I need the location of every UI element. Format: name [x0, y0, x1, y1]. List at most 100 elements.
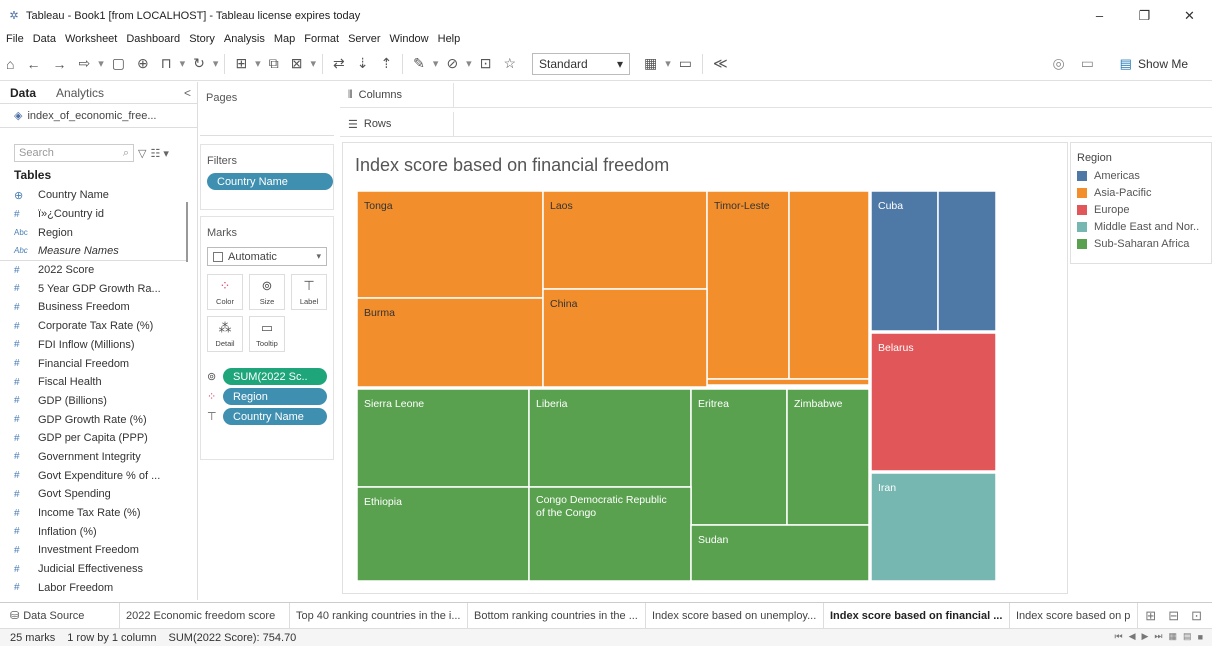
- fix-axes-icon[interactable]: ☆: [503, 55, 516, 72]
- refresh-icon[interactable]: ↻: [193, 55, 205, 72]
- home-icon[interactable]: ⌂: [6, 56, 14, 72]
- chevron-down-icon[interactable]: ▾: [310, 57, 316, 70]
- sort-ascending-icon[interactable]: ⇣: [357, 55, 369, 72]
- sheet-tab[interactable]: 2022 Economic freedom score: [120, 602, 290, 629]
- tooltip-toggle-icon[interactable]: ▭: [1081, 55, 1094, 72]
- color-button[interactable]: ⁘ Color: [207, 274, 243, 310]
- new-dashboard-icon[interactable]: ⊟: [1168, 608, 1179, 624]
- new-story-icon[interactable]: ⊡: [1191, 608, 1202, 624]
- field-item[interactable]: # ï»¿Country id: [0, 205, 186, 224]
- field-item[interactable]: # Business Freedom: [0, 298, 186, 317]
- forward-icon[interactable]: →: [52, 56, 66, 72]
- filters-card[interactable]: Filters Country Name: [200, 144, 334, 210]
- show-me-button[interactable]: ▤ Show Me: [1120, 56, 1188, 72]
- tab-data-source[interactable]: ⛁ Data Source: [0, 602, 120, 629]
- field-item[interactable]: Abc Region: [0, 223, 186, 242]
- menu-server[interactable]: Server: [348, 33, 380, 45]
- fit-select[interactable]: Standard ▾: [532, 52, 630, 75]
- clear-sheet-icon[interactable]: ⊠: [291, 55, 303, 72]
- menu-map[interactable]: Map: [274, 33, 295, 45]
- sheet-tab-active[interactable]: Index score based on financial ...: [824, 602, 1010, 629]
- field-item[interactable]: # Investment Freedom: [0, 541, 186, 560]
- field-item[interactable]: #2022 Score: [0, 261, 186, 280]
- swap-icon[interactable]: ⇄: [333, 55, 345, 72]
- detail-button[interactable]: ⁂ Detail: [207, 316, 243, 352]
- rows-shelf[interactable]: ☰ Rows: [340, 111, 1212, 137]
- menu-worksheet[interactable]: Worksheet: [65, 33, 117, 45]
- tab-analytics[interactable]: Analytics: [46, 86, 114, 100]
- tooltip-button[interactable]: ▭ Tooltip: [249, 316, 285, 352]
- label-pill[interactable]: Country Name: [223, 408, 327, 425]
- chevron-down-icon[interactable]: ▾: [433, 57, 439, 70]
- chevron-down-icon[interactable]: ▾: [213, 57, 219, 70]
- show-labels-icon[interactable]: ⊡: [480, 55, 492, 72]
- field-item[interactable]: #5 Year GDP Growth Ra...: [0, 279, 186, 298]
- maximize-button[interactable]: ❐: [1122, 0, 1167, 31]
- chevron-down-icon[interactable]: ▾: [180, 57, 186, 70]
- size-pill[interactable]: SUM(2022 Sc..: [223, 368, 327, 385]
- new-worksheet-icon[interactable]: ⊞: [235, 55, 247, 72]
- new-datasource-icon[interactable]: ⊕: [137, 55, 149, 72]
- next-sheet-icon[interactable]: ▶: [1142, 631, 1149, 642]
- menu-data[interactable]: Data: [33, 33, 56, 45]
- sheet-tab[interactable]: Index score based on unemploy...: [646, 602, 824, 629]
- field-item[interactable]: ⊕ Country Name: [0, 186, 186, 205]
- treemap-chart[interactable]: Tonga Laos Timor-Leste Burma China Cuba Belaru…: [343, 143, 1069, 595]
- menu-story[interactable]: Story: [189, 33, 215, 45]
- new-worksheet-icon[interactable]: ⊞: [1145, 608, 1156, 624]
- sheet-swap-icon[interactable]: ◎: [1053, 55, 1065, 72]
- field-item[interactable]: # GDP Growth Rate (%): [0, 410, 186, 429]
- menu-analysis[interactable]: Analysis: [224, 33, 265, 45]
- menu-file[interactable]: File: [6, 33, 24, 45]
- prev-sheet-icon[interactable]: ◀: [1129, 631, 1136, 642]
- field-item[interactable]: # Inflation (%): [0, 522, 186, 541]
- mark-type-select[interactable]: Automatic ▾: [207, 247, 327, 266]
- field-item[interactable]: # Judicial Effectiveness: [0, 560, 186, 579]
- columns-shelf[interactable]: ⫴ Columns: [340, 82, 1212, 108]
- field-item[interactable]: # FDI Inflow (Millions): [0, 336, 186, 355]
- treemap-cell[interactable]: [706, 378, 870, 386]
- sheet-tab[interactable]: Top 40 ranking countries in the i...: [290, 602, 468, 629]
- chevron-down-icon[interactable]: ▾: [466, 57, 472, 70]
- label-button[interactable]: ⊤ Label: [291, 274, 327, 310]
- field-item[interactable]: # GDP (Billions): [0, 392, 186, 411]
- save-icon[interactable]: ▢: [112, 55, 125, 72]
- color-pill[interactable]: Region: [223, 388, 327, 405]
- data-pane-scrollbar[interactable]: [186, 202, 188, 262]
- tabs-view-icon[interactable]: ■: [1198, 632, 1203, 642]
- minimize-button[interactable]: –: [1077, 0, 1122, 31]
- highlight-icon[interactable]: ✎: [413, 55, 425, 72]
- field-item[interactable]: # Government Integrity: [0, 448, 186, 467]
- duplicate-sheet-icon[interactable]: ⧉: [269, 55, 279, 72]
- field-item[interactable]: # GDP per Capita (PPP): [0, 429, 186, 448]
- redo-icon[interactable]: ⇨: [78, 55, 90, 72]
- last-sheet-icon[interactable]: ⏭: [1154, 631, 1162, 642]
- legend-item[interactable]: Americas: [1077, 169, 1209, 183]
- sheet-tab[interactable]: Index score based on p: [1010, 602, 1138, 629]
- first-sheet-icon[interactable]: ⏮: [1114, 631, 1122, 642]
- search-input[interactable]: Search ⌕: [14, 144, 134, 162]
- pages-card[interactable]: Pages: [200, 82, 334, 136]
- collapse-pane-button[interactable]: <: [184, 86, 191, 100]
- chevron-down-icon[interactable]: ▾: [665, 57, 671, 70]
- field-item[interactable]: Abc Measure Names: [0, 242, 186, 261]
- group-icon[interactable]: ⊘: [446, 55, 458, 72]
- presentation-icon[interactable]: ▭: [679, 55, 692, 72]
- menu-window[interactable]: Window: [390, 33, 429, 45]
- field-item[interactable]: # Govt Expenditure % of ...: [0, 466, 186, 485]
- legend-item[interactable]: Europe: [1077, 203, 1209, 217]
- close-button[interactable]: ✕: [1167, 0, 1212, 31]
- treemap-cell[interactable]: [706, 190, 790, 380]
- menu-help[interactable]: Help: [438, 33, 461, 45]
- field-item[interactable]: # Income Tax Rate (%): [0, 504, 186, 523]
- legend-item[interactable]: Asia-Pacific: [1077, 186, 1209, 200]
- view-options-icon[interactable]: ☷ ▾: [150, 147, 168, 160]
- treemap-cell[interactable]: [870, 190, 939, 332]
- cards-icon[interactable]: ▦: [644, 55, 657, 72]
- legend-item[interactable]: Sub-Saharan Africa: [1077, 237, 1209, 251]
- chevron-down-icon[interactable]: ▾: [98, 57, 104, 70]
- datasource-item[interactable]: ◈ index_of_economic_free...: [0, 104, 197, 128]
- tab-data[interactable]: Data: [0, 86, 46, 100]
- size-button[interactable]: ⊚ Size: [249, 274, 285, 310]
- share-icon[interactable]: ≪: [713, 55, 728, 72]
